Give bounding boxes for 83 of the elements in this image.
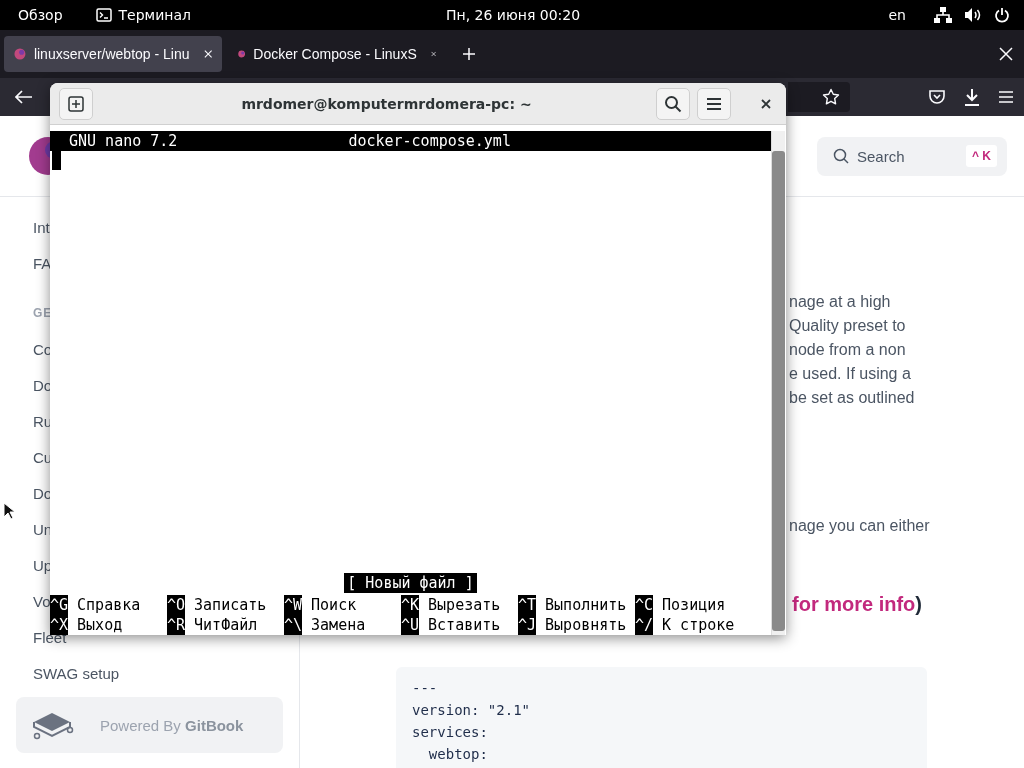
shortcut-label: Записать [194,596,267,614]
search-field[interactable]: Search ^ K [817,136,1007,176]
scrollbar[interactable] [771,131,785,635]
tab-title: linuxserver/webtop - Linu [33,46,190,62]
shortcut-key: ^G [50,595,69,615]
search-icon [664,94,682,113]
search-placeholder: Search [857,147,905,165]
back-arrow-icon[interactable] [15,90,33,104]
keyboard-layout[interactable]: en [888,7,906,23]
shortcut-label: Справка [77,596,141,614]
shortcut-key: ^C [635,595,654,615]
shortcut-label: Поиск [311,596,357,614]
shortcut-label: Замена [311,616,366,634]
sidebar-item[interactable]: SWAG setup [33,664,120,682]
download-icon[interactable] [964,88,980,106]
menu-icon [706,96,722,111]
network-icon[interactable] [934,7,952,23]
activities-button[interactable]: Обзор [18,7,63,23]
clock[interactable]: Пн, 26 июня 00:20 [446,7,581,23]
shortcut-key: ^X [50,615,69,635]
shortcut-key: ^J [518,615,537,635]
shortcut-label: Вырезать [428,596,501,614]
code-line: --- [412,679,439,698]
power-icon[interactable] [994,7,1010,23]
volume-icon[interactable] [964,7,982,23]
shortcut-label: Выровнять [545,616,627,634]
sidebar-item[interactable]: FA [33,254,52,272]
close-icon[interactable] [203,49,212,59]
pocket-icon[interactable] [928,89,946,105]
sidebar-item[interactable]: Vo [33,592,51,610]
shortcut-key: ^U [401,615,420,635]
paragraph-text: nage at a high [789,293,891,310]
paren-text: ) [915,593,922,615]
terminal-icon [95,8,112,22]
plus-box-icon [68,95,84,112]
code-line: version: "2.1" [412,701,531,720]
shortcut-key: ^O [167,595,186,615]
shortcut-label: Вставить [428,616,501,634]
menu-icon[interactable] [998,90,1014,104]
paragraph-text: be set as outlined [789,389,915,406]
shortcut-label: Выполнить [545,596,627,614]
search-button[interactable] [656,87,690,120]
site-icon [14,47,26,61]
browser-tab[interactable]: Docker Compose - LinuxS [228,36,446,72]
new-tab-button[interactable] [59,87,93,120]
shortcut-key: ^R [167,615,186,635]
close-icon[interactable] [430,49,436,59]
shortcut-key: ^/ [635,615,654,635]
editor-version: GNU nano 7.2 [69,132,178,150]
shortcut-key: ^\ [284,615,303,635]
mouse-pointer-icon [3,502,15,520]
info-link[interactable]: for more info [792,593,916,615]
paragraph-text: node from a non [789,341,906,358]
window-title: mrdomer@komputermrdomera-pc: ~ [240,95,533,112]
app-menu[interactable]: Терминал [118,7,191,23]
search-icon [833,148,849,164]
shortcut-label: Позиция [662,596,726,614]
tab-title: Docker Compose - LinuxS [253,46,417,62]
powered-by-text: Powered By GitBook [100,716,244,734]
status-message: [ Новый файл ] [344,573,477,593]
address-field[interactable] [788,82,850,112]
book-icon [30,710,74,740]
paragraph-text: nage you can either [789,517,930,534]
code-line: services: [412,723,489,742]
shortcut-key: ^ K [966,145,997,167]
shortcut-label: К строке [662,616,735,634]
close-icon[interactable] [999,47,1013,61]
sidebar-item[interactable]: Int [33,218,50,236]
new-tab-icon[interactable] [462,47,476,61]
browser-tab[interactable]: linuxserver/webtop - Linu [4,36,222,72]
shortcut-key: ^W [284,595,303,615]
file-name: docker-compose.yml [348,132,511,150]
paragraph-text: e used. If using a [789,365,911,382]
shortcut-key: ^T [518,595,537,615]
shortcut-label: ЧитФайл [194,616,258,634]
menu-button[interactable] [697,87,731,120]
star-icon[interactable] [822,88,840,106]
close-icon [761,98,771,109]
section-heading: GE [33,306,53,320]
paragraph-text: Quality preset to [789,317,906,334]
shortcut-label: Выход [77,616,123,634]
shortcut-key: ^K [401,595,420,615]
code-line: webtop: [427,745,489,764]
